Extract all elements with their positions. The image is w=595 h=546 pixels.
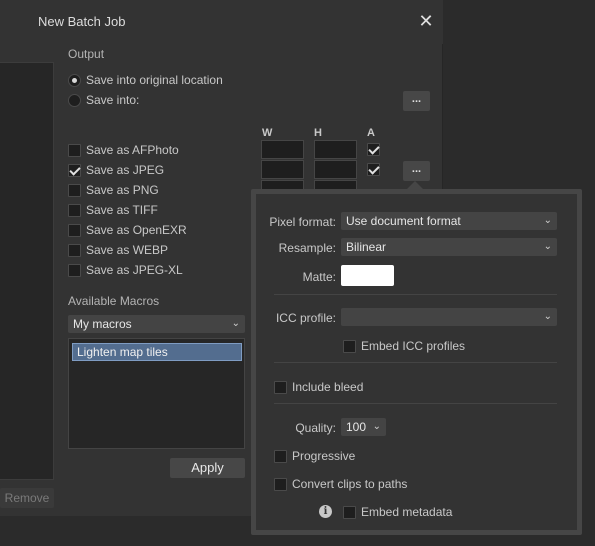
format-label: Save as PNG	[86, 183, 159, 197]
browse-folder-button[interactable]: ...	[403, 91, 430, 111]
chevron-down-icon: ⌄	[231, 318, 240, 329]
checkbox[interactable]	[343, 339, 356, 353]
format-label: Save as JPEG	[86, 163, 165, 177]
radio-indicator[interactable]	[68, 93, 81, 107]
width-input[interactable]	[261, 160, 304, 179]
list-item[interactable]: Lighten map tiles	[72, 343, 242, 361]
checkbox[interactable]	[274, 449, 287, 463]
quality-label: Quality:	[295, 421, 336, 435]
checkbox[interactable]	[68, 263, 81, 277]
select-value: My macros	[73, 317, 132, 331]
checkbox[interactable]	[274, 380, 287, 394]
pixel-format-select[interactable]: Use document format ⌄	[341, 212, 557, 230]
checkbox[interactable]	[68, 143, 81, 157]
macro-set-select[interactable]: My macros ⌄	[68, 315, 245, 333]
format-label: Save as OpenEXR	[86, 223, 187, 237]
macro-list[interactable]: Lighten map tiles	[68, 338, 245, 449]
close-icon[interactable]: ✕	[417, 11, 435, 31]
format-options-popover: Pixel format: Use document format ⌄ Resa…	[251, 189, 582, 535]
divider	[274, 294, 557, 295]
chevron-down-icon: ⌄	[372, 421, 381, 432]
format-label: Save as AFPhoto	[86, 143, 179, 157]
icc-profile-label: ICC profile:	[275, 311, 336, 325]
checkbox-label: Progressive	[292, 449, 356, 463]
height-input[interactable]	[314, 140, 357, 159]
radio-indicator[interactable]	[68, 73, 81, 87]
title-bar: New Batch Job ✕	[0, 0, 443, 44]
divider	[274, 362, 557, 363]
format-label: Save as TIFF	[86, 203, 158, 217]
checkbox[interactable]	[68, 223, 81, 237]
format-afphoto[interactable]: Save as AFPhoto	[68, 142, 179, 158]
checkbox-label: Convert clips to paths	[292, 477, 408, 491]
checkbox-label: Embed metadata	[361, 505, 453, 519]
checkbox[interactable]	[68, 163, 81, 177]
macros-section-label: Available Macros	[68, 294, 160, 308]
format-label: Save as WEBP	[86, 243, 169, 257]
resample-select[interactable]: Bilinear ⌄	[341, 238, 557, 256]
window-title: New Batch Job	[38, 14, 126, 29]
matte-label: Matte:	[302, 270, 336, 284]
select-value: Bilinear	[346, 240, 387, 254]
checkbox[interactable]	[68, 243, 81, 257]
progressive-toggle[interactable]: Progressive	[274, 448, 355, 464]
format-jpeg-xl[interactable]: Save as JPEG-XL	[68, 262, 183, 278]
include-bleed-toggle[interactable]: Include bleed	[274, 379, 363, 395]
embed-icc-toggle[interactable]: Embed ICC profiles	[343, 338, 465, 354]
resample-label: Resample:	[278, 241, 336, 255]
pixel-format-label: Pixel format:	[269, 215, 336, 229]
height-input[interactable]	[314, 160, 357, 179]
quality-select[interactable]: 100 ⌄	[341, 418, 386, 436]
column-width-header: W	[262, 127, 273, 139]
width-input[interactable]	[261, 140, 304, 159]
column-aspect-header: A	[367, 127, 375, 139]
aspect-checkbox[interactable]	[367, 163, 380, 176]
divider	[274, 403, 557, 404]
chevron-down-icon: ⌄	[543, 215, 552, 226]
format-label: Save as JPEG-XL	[86, 263, 183, 277]
format-webp[interactable]: Save as WEBP	[68, 242, 168, 258]
aspect-checkbox[interactable]	[367, 143, 380, 156]
matte-color-swatch[interactable]	[341, 265, 394, 286]
select-value: Use document format	[346, 214, 461, 228]
chevron-down-icon: ⌄	[543, 241, 552, 252]
info-icon[interactable]: i	[319, 505, 332, 518]
convert-clips-toggle[interactable]: Convert clips to paths	[274, 476, 407, 492]
chevron-down-icon: ⌄	[543, 311, 552, 322]
checkbox[interactable]	[68, 183, 81, 197]
column-height-header: H	[314, 127, 322, 139]
embed-metadata-toggle[interactable]: Embed metadata	[343, 504, 452, 520]
select-value: 100	[346, 420, 367, 434]
checkbox[interactable]	[343, 505, 356, 519]
radio-label: Save into original location	[86, 73, 223, 87]
format-jpeg[interactable]: Save as JPEG	[68, 162, 164, 178]
checkbox[interactable]	[274, 477, 287, 491]
format-options-button[interactable]: ...	[403, 161, 430, 181]
checkbox[interactable]	[68, 203, 81, 217]
format-png[interactable]: Save as PNG	[68, 182, 159, 198]
radio-label: Save into:	[86, 93, 140, 107]
file-list[interactable]	[0, 62, 54, 480]
format-tiff[interactable]: Save as TIFF	[68, 202, 158, 218]
format-openexr[interactable]: Save as OpenEXR	[68, 222, 187, 238]
remove-button[interactable]: Remove	[0, 488, 54, 508]
icc-profile-select[interactable]: ⌄	[341, 308, 557, 326]
radio-save-into[interactable]: Save into:	[68, 92, 139, 108]
checkbox-label: Embed ICC profiles	[361, 339, 466, 353]
checkbox-label: Include bleed	[292, 380, 364, 394]
apply-button[interactable]: Apply	[170, 458, 245, 478]
radio-save-original[interactable]: Save into original location	[68, 72, 223, 88]
output-section-label: Output	[68, 47, 105, 61]
